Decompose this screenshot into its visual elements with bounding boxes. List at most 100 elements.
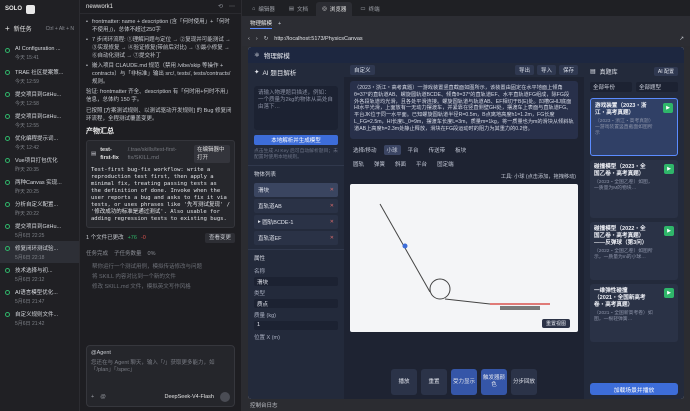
followup-item[interactable]: 将 SKILL 内容对比到一个新的文件	[86, 272, 235, 282]
task-item[interactable]: 分析自定义配置... 昨天 20:22	[0, 197, 79, 219]
address-bar: ‹ › ↻ http://localhost:5173/PhysicsCanva…	[242, 32, 690, 46]
type-filter[interactable]: 全部题型	[636, 82, 678, 92]
task-item[interactable]: AI Configuration ... 今天 15:41	[0, 43, 79, 65]
delete-icon[interactable]: ✕	[330, 187, 334, 193]
tool-conveyor[interactable]: 传送带	[426, 145, 449, 155]
step-replay-button[interactable]: 分步回放	[511, 369, 537, 395]
open-in-editor-button[interactable]: 在编辑器中打开	[194, 145, 231, 163]
send-button[interactable]	[220, 392, 230, 402]
followup-item[interactable]: 帮你运行一个测试用例，模拟传话修改与问题	[86, 262, 235, 272]
reset-view-button[interactable]: 重置视图	[541, 319, 570, 328]
changes-row: 1 个文件已更改 +76 -0 查看变更	[86, 228, 235, 248]
task-time: 今天 12:55	[15, 123, 39, 129]
play-icon[interactable]: ▶	[664, 226, 674, 236]
followup-item[interactable]: 修改 SKILL.md 文件，模拟英文写作风格	[86, 282, 235, 292]
tool-fixed[interactable]: 固定端	[434, 159, 457, 169]
prop-mass-input[interactable]: 1	[254, 321, 338, 330]
delete-icon[interactable]: ✕	[330, 235, 334, 241]
tool-platform[interactable]: 平台	[405, 145, 422, 155]
new-task-button[interactable]: + 新任务 Ctrl + Alt + N	[0, 18, 79, 39]
play-icon[interactable]: ▶	[663, 103, 673, 113]
prop-type-select[interactable]: 质点	[254, 299, 338, 308]
task-item[interactable]: Vue项目打包优化 昨天 20:35	[0, 153, 79, 175]
task-title: 提交项目到GitHu...	[15, 92, 62, 98]
save-button[interactable]: 保存	[558, 65, 578, 75]
task-item[interactable]: AI语言模型优化... 5月6日 21:47	[0, 285, 79, 307]
subtasks-label: 子任务数量	[114, 251, 142, 257]
question-card-selected[interactable]: 游戏装置（2023・浙江・高考真题） （2023・浙江・高考真题）一游戏装置竖直…	[590, 98, 678, 156]
load-scene-button[interactable]: 加载场景并播放	[590, 383, 678, 395]
task-item[interactable]: 提交项目到GitHu... 今天 12:55	[0, 109, 79, 131]
delete-icon[interactable]: ✕	[330, 203, 334, 209]
question-card[interactable]: 一维弹性碰撞（2021・全国新高考卷・高考真题） （2021・全国新高考卷）如图…	[590, 284, 678, 342]
task-item[interactable]: 自定义规则文件... 5月6日 21:42	[0, 307, 79, 329]
object-label: 圆轨BCDE-1	[262, 220, 294, 226]
forward-icon[interactable]: ›	[256, 36, 258, 42]
task-title: 分析自定义配置...	[15, 202, 59, 208]
back-icon[interactable]: ‹	[248, 36, 250, 42]
chat-input[interactable]: @Agent 您还在与 Agent 聊天，输入「/」获取更多能力，如「/plan…	[86, 345, 235, 407]
task-item[interactable]: TRAE 社区提案策... 今天 12:59	[0, 65, 79, 87]
task-item[interactable]: 优化编程提示词... 今天 12:42	[0, 131, 79, 153]
tool-circle-track[interactable]: 圆轨	[350, 159, 367, 169]
object-item[interactable]: 直轨道EF ✕	[254, 231, 338, 245]
browser-page-tabs: 物理解模 +	[242, 16, 690, 32]
problem-input[interactable]: 请输入物理题目描述，例如：一个质量为2kg的物体从高处自由落下…	[254, 86, 338, 130]
tool-incline[interactable]: 斜面	[392, 159, 409, 169]
export-button[interactable]: 导出	[514, 65, 534, 75]
object-item[interactable]: 直轨道AB ✕	[254, 199, 338, 213]
trigger-color-toggle[interactable]: 触发器颜色	[481, 369, 507, 395]
prop-name-input[interactable]: 滑块	[254, 277, 338, 286]
reload-icon[interactable]: ↻	[264, 36, 269, 42]
view-changes-button[interactable]: 查看变更	[204, 233, 235, 243]
canvas-panel: 自定义 导出 导入 保存 （2023・浙江・高考真题）一游戏装置竖直截面如图所示…	[344, 63, 584, 399]
task-item-active[interactable]: 修复闭环测试验... 5月6日 22:18	[0, 241, 79, 263]
question-card[interactable]: 碰撞模型（2023・全国乙卷・高考真题） （2023・全国乙卷）如图，一质量为M…	[590, 160, 678, 218]
console-log-label[interactable]: 控制台日志	[250, 401, 278, 409]
object-item[interactable]: 滑块 ✕	[254, 183, 338, 197]
reset-button[interactable]: 重置	[421, 369, 447, 395]
tab-custom[interactable]: 自定义	[350, 65, 375, 75]
tab-docs[interactable]: ▤ 文档	[283, 2, 314, 16]
task-item[interactable]: 两种Canvas 实现... 昨天 20:25	[0, 175, 79, 197]
play-icon[interactable]: ▶	[664, 164, 674, 174]
open-external-icon[interactable]: ↗	[679, 36, 684, 42]
more-icon[interactable]: ⋯	[229, 3, 235, 10]
import-button[interactable]: 导入	[536, 65, 556, 75]
object-item[interactable]: ▸ 圆轨BCDE-1 ✕	[254, 215, 338, 229]
tool-select[interactable]: 选择/移动	[350, 145, 380, 155]
card-title: 游戏装置（2023・浙江・高考真题）	[595, 103, 647, 116]
physics-scene[interactable]: 重置视图	[350, 184, 578, 332]
history-icon[interactable]: ⟲	[218, 3, 223, 10]
task-item[interactable]: 提交项目到GitHu... 今天 12:58	[0, 87, 79, 109]
play-button[interactable]: 播放	[391, 369, 417, 395]
tool-platform-2[interactable]: 平台	[413, 159, 430, 169]
task-time: 5月6日 21:42	[15, 321, 45, 327]
new-tab-icon[interactable]: +	[278, 21, 281, 27]
tab-editor[interactable]: ⌂ 编辑器	[246, 2, 281, 16]
tool-board[interactable]: 板块	[452, 145, 469, 155]
year-filter[interactable]: 全部年份	[590, 82, 632, 92]
tool-spring[interactable]: 弹簧	[371, 159, 388, 169]
card-desc: （2023・浙江・高考真题）一游戏装置竖直截面如图所示	[595, 119, 653, 136]
model-selector[interactable]: DeepSeek-V4-Flash	[164, 394, 214, 400]
chat-bullet: 7 步闭环流程: ①理解问题与定位 → ②复现并可能测试 → ③实现修复 → ④…	[86, 36, 235, 60]
generate-model-button[interactable]: 本地解析并生成模型	[254, 135, 338, 145]
task-title: 自定义规则文件...	[15, 312, 59, 318]
agent-tag[interactable]: @Agent	[91, 350, 230, 356]
url-input[interactable]: http://localhost:5173/PhysicsCanvas	[274, 36, 673, 42]
ai-config-button[interactable]: AI 配置	[653, 67, 678, 76]
task-item[interactable]: 技术选择与初... 5月6日 22:12	[0, 263, 79, 285]
tab-terminal[interactable]: ▭ 终端	[354, 2, 385, 16]
tab-browser[interactable]: ◎ 浏览器	[316, 2, 353, 16]
at-icon[interactable]: @	[100, 394, 106, 400]
question-card[interactable]: 碰撞模型（2022・全国乙卷・高考真题）——反弹球（第3问） （2022・全国乙…	[590, 222, 678, 280]
play-icon[interactable]: ▶	[664, 288, 674, 298]
attach-icon[interactable]: +	[91, 394, 94, 400]
task-item[interactable]: 提交项目到GitHu... 5月6日 22:25	[0, 219, 79, 241]
globe-icon: ◎	[322, 6, 327, 12]
page-tab[interactable]: 物理解模	[250, 19, 273, 29]
force-toggle[interactable]: 受力显示	[451, 369, 477, 395]
tool-ball[interactable]: 小球	[383, 145, 401, 155]
delete-icon[interactable]: ✕	[330, 219, 334, 225]
